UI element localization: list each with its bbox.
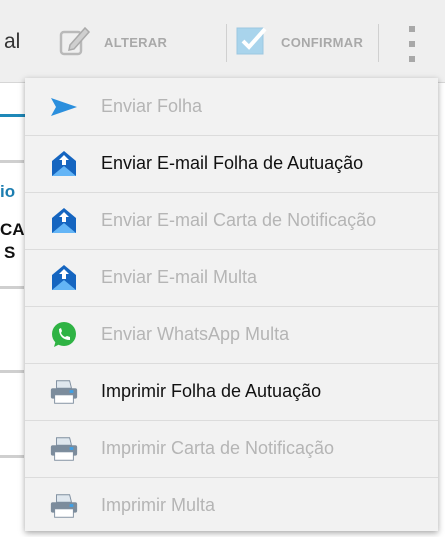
email-icon [49,149,79,179]
action-toolbar: al ALTERAR CONFIRMAR [0,0,445,83]
menu-item-label: Imprimir Folha de Autuação [101,381,322,401]
menu-item-label: Enviar Folha [101,96,203,116]
printer-icon [49,377,79,407]
menu-item-imprimir-multa[interactable]: Imprimir Multa [25,477,438,534]
overflow-dot [409,41,415,47]
checkbox-check-icon [235,23,269,62]
menu-item-label: Imprimir Carta de Notificação [101,438,335,458]
confirmar-label: CONFIRMAR [281,34,364,50]
menu-item-label: Enviar E-mail Folha de Autuação [101,153,364,173]
menu-item-email-multa[interactable]: Enviar E-mail Multa [25,249,438,307]
background-heading-fragment: io [0,182,16,201]
whatsapp-icon [49,320,79,350]
menu-item-label: Enviar WhatsApp Multa [101,324,290,344]
printer-icon [49,491,79,521]
alterar-label: ALTERAR [104,34,168,50]
background-divider [0,160,24,163]
overflow-dropdown-menu: Enviar Folha Enviar E-mail Folha de Autu… [25,78,438,531]
background-text-fragment: CA [0,220,25,239]
overflow-dot [409,26,415,32]
menu-item-email-folha-autuacao[interactable]: Enviar E-mail Folha de Autuação [25,135,438,193]
toolbar-divider [226,24,227,62]
menu-item-label: Enviar E-mail Multa [101,267,258,287]
email-icon [49,263,79,293]
menu-item-label: Imprimir Multa [101,495,216,515]
toolbar-divider [378,24,379,62]
menu-item-whatsapp-multa[interactable]: Enviar WhatsApp Multa [25,306,438,364]
menu-item-enviar-folha[interactable]: Enviar Folha [25,78,438,136]
background-divider [0,455,24,458]
menu-item-imprimir-folha-autuacao[interactable]: Imprimir Folha de Autuação [25,363,438,421]
email-icon [49,206,79,236]
background-text-fragment: S [4,243,16,262]
edit-icon [58,23,92,62]
background-divider [0,286,24,289]
selected-tab-indicator [0,114,26,117]
overflow-dot [409,56,415,62]
menu-item-imprimir-carta-notificacao[interactable]: Imprimir Carta de Notificação [25,420,438,478]
menu-item-email-carta-notificacao[interactable]: Enviar E-mail Carta de Notificação [25,192,438,250]
confirmar-button[interactable]: CONFIRMAR [235,22,363,62]
alterar-button[interactable]: ALTERAR [58,22,167,62]
overflow-menu-icon[interactable] [400,26,424,62]
background-divider [0,370,24,373]
menu-item-label: Enviar E-mail Carta de Notificação [101,210,377,230]
send-icon [49,92,79,122]
printer-icon [49,434,79,464]
toolbar-title-fragment: al [4,30,21,53]
